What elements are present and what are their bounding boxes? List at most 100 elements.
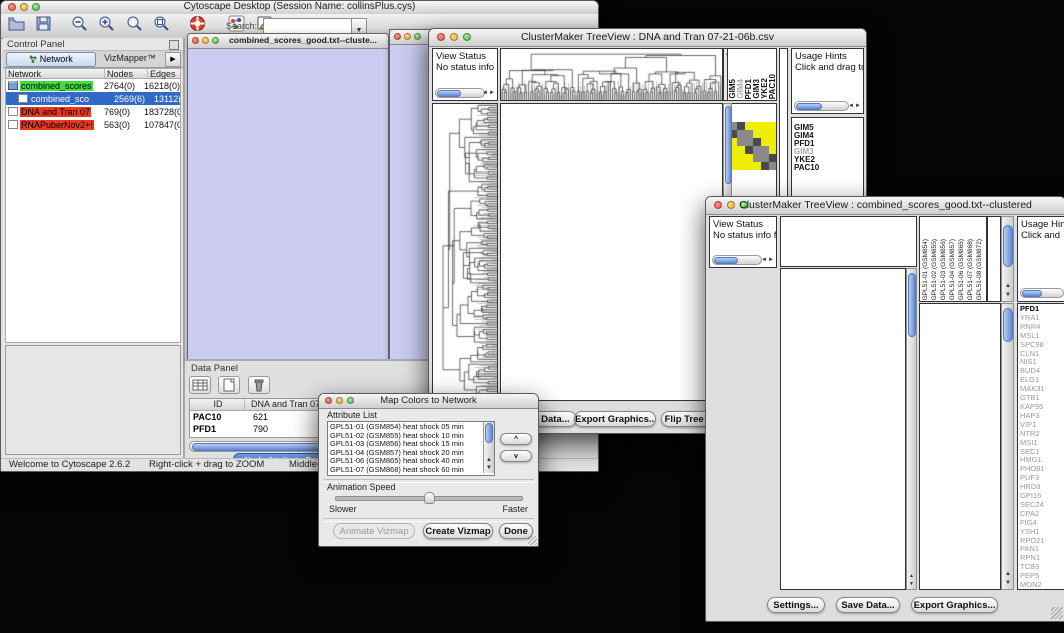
close-icon[interactable] xyxy=(192,37,199,44)
column-label[interactable]: GPL51-01 (GSM854) xyxy=(921,239,930,300)
move-down-button[interactable]: v xyxy=(500,450,532,462)
similarity-cell[interactable] xyxy=(737,146,745,154)
similarity-cell[interactable] xyxy=(761,138,769,146)
search-dropdown-button[interactable]: ▼ xyxy=(351,18,367,34)
tv2-save-data-button[interactable]: Save Data... xyxy=(836,597,900,613)
network-row[interactable]: combined_sco2569(6)13112(15) xyxy=(6,92,180,105)
column-label[interactable]: GPL51-03 (GSM856) xyxy=(939,239,948,300)
similarity-cell[interactable] xyxy=(761,162,769,170)
delete-attribute-icon[interactable] xyxy=(248,376,270,394)
tab-overflow-button[interactable]: ▶ xyxy=(165,52,181,67)
search-input[interactable] xyxy=(263,18,353,34)
down-arrow-icon[interactable]: ▼ xyxy=(486,465,492,471)
column-label[interactable]: PAC10 xyxy=(769,74,777,99)
zoom-in-icon[interactable] xyxy=(97,14,116,33)
similarity-heatmap[interactable] xyxy=(729,122,777,170)
main-titlebar[interactable]: Cytoscape Desktop (Session Name: collins… xyxy=(1,1,598,15)
tab-network[interactable]: Network xyxy=(6,52,96,67)
expression-heatmap-canvas[interactable] xyxy=(501,104,722,400)
similarity-cell[interactable] xyxy=(737,162,745,170)
similarity-cell[interactable] xyxy=(737,154,745,162)
similarity-cell[interactable] xyxy=(769,146,777,154)
close-icon[interactable] xyxy=(394,33,401,40)
similarity-cell[interactable] xyxy=(745,130,753,138)
col-edges[interactable]: Edges xyxy=(148,69,180,78)
similarity-cell[interactable] xyxy=(769,122,777,130)
similarity-cell[interactable] xyxy=(753,138,761,146)
slider-thumb[interactable] xyxy=(424,492,435,504)
similarity-cell[interactable] xyxy=(745,122,753,130)
similarity-cell[interactable] xyxy=(753,162,761,170)
similarity-cell[interactable] xyxy=(753,130,761,138)
left-arrow-icon[interactable]: ◄ xyxy=(761,257,767,263)
animation-speed-slider[interactable] xyxy=(335,496,523,501)
tv2-zoom-vscrollbar[interactable]: ▲ ▼ xyxy=(1001,303,1014,590)
help-lifering-icon[interactable] xyxy=(188,14,207,33)
up-arrow-icon[interactable]: ▲ xyxy=(486,457,492,463)
right-arrow-icon[interactable]: ► xyxy=(855,103,861,109)
similarity-cell[interactable] xyxy=(753,122,761,130)
similarity-cell[interactable] xyxy=(769,154,777,162)
down-arrow-icon[interactable]: ▼ xyxy=(1005,292,1011,298)
tab-vizmapper[interactable]: VizMapper™ xyxy=(97,52,163,65)
network-view-titlebar[interactable]: combined_scores_good.txt--cluste... xyxy=(188,34,388,49)
float-panel-icon[interactable] xyxy=(169,40,179,50)
tv2-titlebar[interactable]: ClusterMaker TreeView : combined_scores_… xyxy=(706,197,1064,215)
tv2-export-graphics-button[interactable]: Export Graphics... xyxy=(911,597,998,613)
down-arrow-icon[interactable]: ▼ xyxy=(909,581,914,587)
open-file-icon[interactable] xyxy=(7,14,26,33)
left-arrow-icon[interactable]: ◄ xyxy=(848,103,854,109)
network-row[interactable]: RNAPuberNov2+!563(0)107847(0) xyxy=(6,118,180,131)
similarity-cell[interactable] xyxy=(761,122,769,130)
similarity-cell[interactable] xyxy=(769,138,777,146)
tv2-vscrollbar[interactable]: ▲ ▼ xyxy=(906,268,917,590)
similarity-cell[interactable] xyxy=(745,146,753,154)
tv1-titlebar[interactable]: ClusterMaker TreeView : DNA and Tran 07-… xyxy=(429,29,866,47)
left-arrow-icon[interactable]: ◄ xyxy=(482,90,488,96)
similarity-cell[interactable] xyxy=(753,154,761,162)
animate-vizmap-button[interactable]: Animate Vizmap xyxy=(333,523,415,539)
attribute-item[interactable]: GPL51-07 (GSM868) heat shock 60 min xyxy=(328,466,482,475)
similarity-cell[interactable] xyxy=(761,130,769,138)
up-arrow-icon[interactable]: ▲ xyxy=(1005,283,1011,289)
similarity-cell[interactable] xyxy=(745,138,753,146)
similarity-cell[interactable] xyxy=(761,154,769,162)
minimize-icon[interactable] xyxy=(202,37,209,44)
tv1-usage-hscrollbar[interactable] xyxy=(794,101,849,111)
expression-heatmap-canvas[interactable] xyxy=(781,269,905,589)
network-row[interactable]: combined_scores2764(0)16218(0) xyxy=(6,79,180,92)
column-label[interactable]: GPL51-06 (GSM865) xyxy=(957,239,966,300)
col-nodes[interactable]: Nodes xyxy=(105,69,148,78)
gene-label[interactable]: PAC10 xyxy=(794,164,819,172)
up-arrow-icon[interactable]: ▲ xyxy=(909,573,914,579)
column-label[interactable]: GPL51-08 (GSM872) xyxy=(975,239,984,300)
dialog-titlebar[interactable]: Map Colors to Network xyxy=(319,394,538,409)
tv1-status-hscrollbar[interactable] xyxy=(435,88,485,98)
right-arrow-icon[interactable]: ► xyxy=(768,257,774,263)
column-label[interactable]: GPL51-02 (GSM855) xyxy=(930,239,939,300)
save-session-icon[interactable] xyxy=(34,14,53,33)
similarity-cell[interactable] xyxy=(745,162,753,170)
up-arrow-icon[interactable]: ▲ xyxy=(1005,571,1011,577)
column-label[interactable]: GPL51-04 (GSM857) xyxy=(948,239,957,300)
similarity-cell[interactable] xyxy=(745,154,753,162)
zoom-heatmap-canvas[interactable] xyxy=(923,306,987,587)
col-network[interactable]: Network xyxy=(6,69,105,78)
tv2-usage-hscrollbar[interactable] xyxy=(1020,288,1064,298)
right-arrow-icon[interactable]: ► xyxy=(489,90,495,96)
similarity-cell[interactable] xyxy=(769,162,777,170)
network-canvas[interactable] xyxy=(188,49,386,363)
attribute-list-vscrollbar[interactable]: ▲ ▼ xyxy=(483,422,494,473)
tv2-settings-button[interactable]: Settings... xyxy=(767,597,825,613)
tv2-status-hscrollbar[interactable] xyxy=(712,255,762,265)
resize-grip-icon[interactable] xyxy=(528,536,537,545)
move-up-button[interactable]: ^ xyxy=(500,433,532,445)
column-label[interactable]: GPL51-07 (GSM868) xyxy=(966,239,975,300)
create-vizmap-button[interactable]: Create Vizmap xyxy=(423,523,493,539)
create-attribute-icon[interactable] xyxy=(218,376,240,394)
tv1-export-graphics-button[interactable]: Export Graphics... xyxy=(574,411,656,427)
zoom-window-icon[interactable] xyxy=(414,33,421,40)
column-dendrogram-canvas[interactable] xyxy=(501,49,722,100)
zoom-selected-icon[interactable] xyxy=(152,14,171,33)
row-dendrogram-canvas[interactable] xyxy=(433,104,497,400)
